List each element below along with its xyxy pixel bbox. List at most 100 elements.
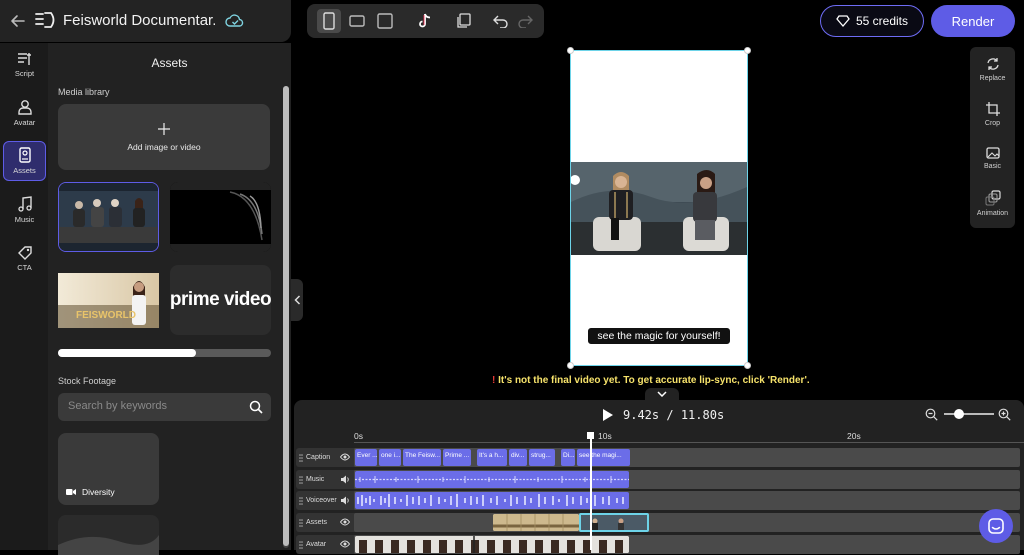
chevron-left-icon [293, 295, 301, 305]
stock-item-label: Diversity [82, 487, 115, 497]
media-thumbnail-dark[interactable] [170, 182, 271, 252]
media-library-label: Media library [58, 87, 110, 97]
landscape-ratio-icon[interactable] [345, 9, 369, 33]
crop-tool[interactable]: Crop [970, 102, 1015, 127]
track-header: Music [296, 470, 353, 489]
stock-search-input[interactable] [68, 400, 238, 412]
play-icon[interactable] [602, 408, 614, 422]
zoom-in-icon[interactable] [998, 408, 1011, 421]
track-voiceover: Voiceover [296, 491, 1020, 510]
resize-handle[interactable] [744, 47, 751, 54]
chat-icon [988, 518, 1004, 534]
image-icon [985, 147, 1000, 159]
drag-handle-icon[interactable] [299, 453, 303, 462]
support-chat-button[interactable] [979, 509, 1013, 543]
caption-segment[interactable]: one i... [379, 449, 401, 466]
eye-icon[interactable] [340, 453, 350, 461]
cloud-saved-icon [225, 13, 245, 29]
drag-handle-icon[interactable] [299, 540, 303, 549]
upload-progress-bar [58, 349, 271, 357]
back-arrow-icon[interactable] [8, 11, 28, 31]
square-ratio-icon[interactable] [373, 9, 397, 33]
media-thumbnail-interview[interactable] [58, 182, 159, 252]
caption-segment[interactable]: It's a h... [477, 449, 507, 466]
track-body[interactable] [354, 470, 1020, 489]
tiktok-icon[interactable] [413, 9, 437, 33]
preview-scene-image[interactable] [571, 162, 747, 255]
drag-handle-icon[interactable] [299, 496, 303, 505]
rail-label-music: Music [14, 215, 35, 224]
drag-handle-icon[interactable] [299, 475, 303, 484]
stock-item-diversity[interactable]: Diversity [58, 433, 159, 505]
redo-icon[interactable] [513, 9, 537, 33]
music-clip[interactable] [355, 471, 629, 488]
assets-panel: Assets Media library Add image or video [48, 43, 291, 555]
stock-item[interactable] [58, 515, 159, 555]
duplicate-icon[interactable] [452, 9, 476, 33]
credits-button[interactable]: 55 credits [820, 5, 924, 37]
media-thumbnail-prime-video[interactable]: prime video [170, 265, 271, 335]
replace-icon [986, 57, 1000, 71]
project-title[interactable]: Feisworld Documentar... [63, 12, 215, 29]
animation-tool[interactable]: Animation [970, 190, 1015, 217]
zoom-slider-track[interactable] [944, 413, 994, 415]
rail-item-assets[interactable]: Assets [3, 141, 46, 181]
caption-segment[interactable]: Ever ... [355, 449, 377, 466]
track-body[interactable]: Ever ... one i... The Feisw... Prime ...… [354, 448, 1020, 467]
caption-segment[interactable]: Prime ... [443, 449, 471, 466]
timeline-ruler [354, 442, 1024, 443]
search-icon[interactable] [249, 400, 263, 414]
render-button[interactable]: Render [931, 5, 1015, 37]
ruler-label-0s: 0s [354, 431, 363, 441]
resize-handle[interactable] [567, 47, 574, 54]
playhead-handle[interactable] [587, 432, 594, 439]
track-label: Voiceover [306, 497, 337, 504]
drag-handle-icon[interactable] [299, 518, 303, 527]
rail-item-avatar[interactable]: Avatar [3, 93, 46, 133]
credits-label: 55 credits [855, 14, 909, 28]
asset-clip-feisworld[interactable] [493, 514, 579, 531]
timeline-playhead[interactable] [590, 432, 592, 550]
track-body[interactable] [354, 491, 1020, 510]
caption-segment[interactable]: div... [509, 449, 527, 466]
eye-icon[interactable] [340, 540, 350, 548]
stock-search-box [58, 393, 271, 421]
speaker-icon[interactable] [340, 496, 350, 505]
rail-label-assets: Assets [13, 166, 36, 175]
panel-scrollbar-thumb[interactable] [283, 86, 289, 546]
speaker-icon[interactable] [340, 475, 350, 484]
undo-icon[interactable] [489, 9, 513, 33]
rail-item-music[interactable]: Music [3, 190, 46, 230]
track-label: Caption [306, 454, 331, 461]
track-body[interactable] [354, 535, 1020, 554]
script-icon [17, 52, 33, 66]
collapse-panel-button[interactable] [291, 279, 303, 321]
rail-label-cta: CTA [17, 263, 32, 272]
avatar-clip[interactable] [355, 536, 629, 553]
rail-item-cta[interactable]: CTA [3, 239, 46, 279]
caption-segment[interactable]: The Feisw... [403, 449, 441, 466]
render-warning: ! It's not the final video yet. To get a… [492, 375, 810, 386]
caption-segment[interactable]: strug... [529, 449, 555, 466]
rail-item-script[interactable]: Script [3, 45, 46, 85]
zoom-out-icon[interactable] [925, 408, 938, 421]
media-thumbnail-feisworld[interactable]: FEISWORLD [58, 265, 159, 335]
track-body[interactable] [354, 513, 1020, 532]
caption-overlay[interactable]: see the magic for yourself! [587, 327, 731, 345]
basic-tool[interactable]: Basic [970, 147, 1015, 170]
add-media-button[interactable]: Add image or video [58, 104, 270, 170]
stock-footage-label: Stock Footage [58, 376, 117, 386]
portrait-ratio-icon[interactable] [317, 9, 341, 33]
voiceover-clip[interactable] [355, 492, 629, 509]
timeline-collapse-button[interactable] [645, 388, 679, 400]
replace-tool[interactable]: Replace [970, 57, 1015, 82]
eye-icon[interactable] [340, 518, 350, 526]
resize-handle[interactable] [744, 362, 751, 369]
time-separator: / [666, 408, 674, 422]
time-readout: 9.42s / 11.80s [623, 408, 724, 422]
caption-segment[interactable]: see the magi... [577, 449, 630, 466]
resize-handle[interactable] [567, 362, 574, 369]
zoom-slider-handle[interactable] [954, 409, 964, 419]
right-tools-panel: Replace Crop Basic Animation [970, 47, 1015, 228]
caption-segment[interactable]: Di... [561, 449, 575, 466]
